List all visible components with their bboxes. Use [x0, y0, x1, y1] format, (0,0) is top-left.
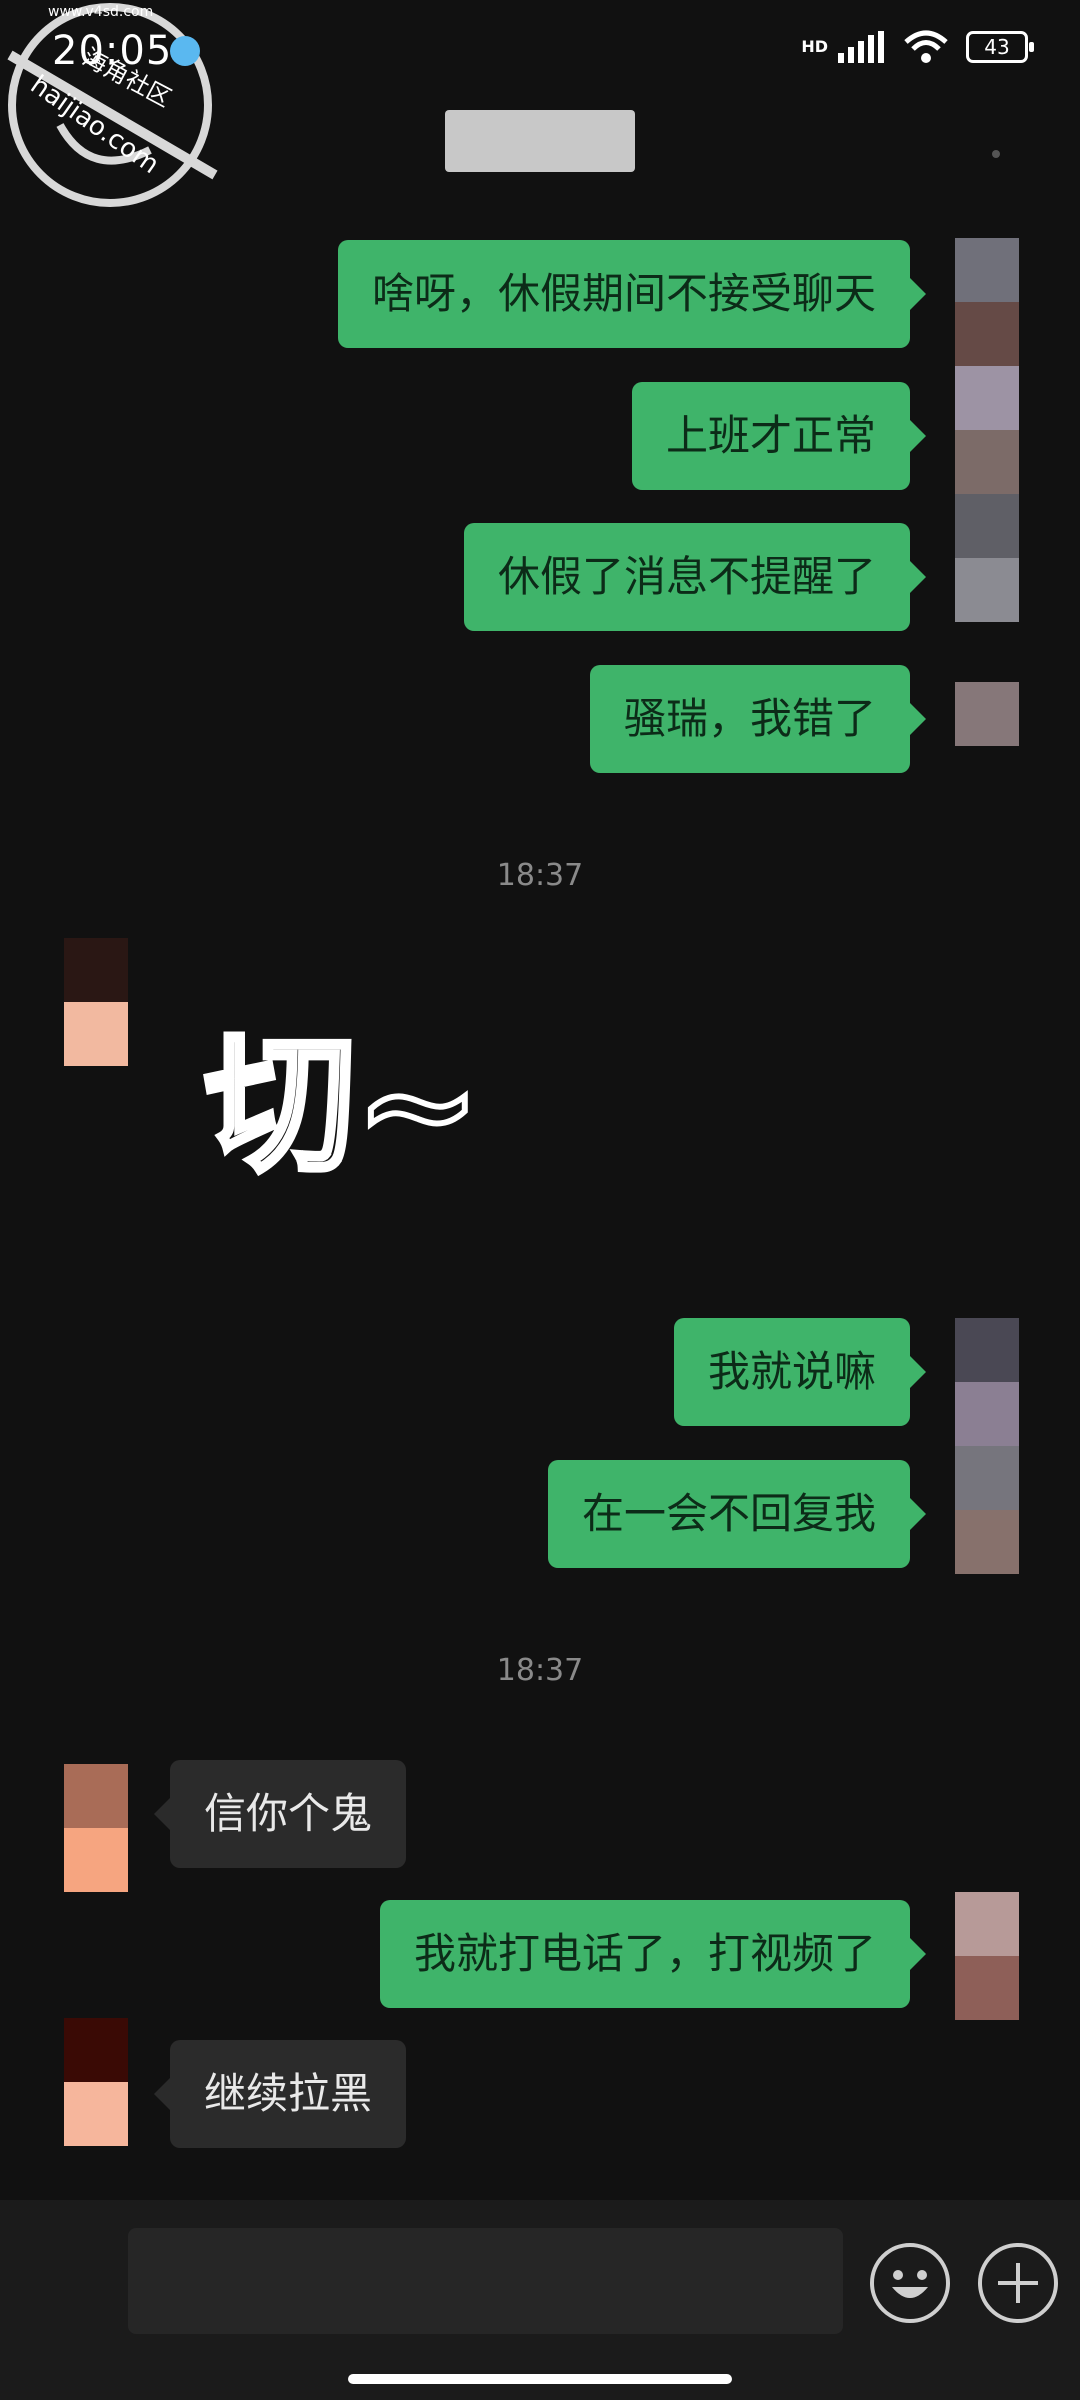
avatar-contact[interactable]	[64, 1764, 128, 1892]
sticker-message[interactable]: 切~	[202, 1027, 484, 1183]
avatar-contact[interactable]	[64, 2018, 128, 2146]
timestamp: 18:37	[496, 858, 584, 893]
message-bubble-received[interactable]: 信你个鬼	[153, 1760, 407, 1868]
status-time: 20:05	[52, 28, 173, 74]
message-bubble-sent[interactable]: 在一会不回复我	[547, 1460, 927, 1568]
message-bubble-sent[interactable]: 上班才正常	[631, 382, 927, 490]
wifi-icon	[904, 30, 948, 63]
network-type: HD	[801, 37, 828, 56]
emoji-icon[interactable]	[870, 2243, 950, 2323]
message-input[interactable]	[128, 2228, 843, 2334]
timestamp: 18:37	[496, 1653, 584, 1688]
message-bubble-sent[interactable]: 我就说嘛	[673, 1318, 927, 1426]
plus-icon[interactable]	[978, 2243, 1058, 2323]
status-icons: HD 43	[801, 30, 1034, 64]
avatar-self[interactable]	[955, 1892, 1019, 2020]
more-menu-icon[interactable]	[992, 150, 1000, 158]
message-bubble-sent[interactable]: 啥呀，休假期间不接受聊天	[337, 240, 927, 348]
message-bubble-received[interactable]: 继续拉黑	[153, 2040, 407, 2148]
message-bubble-sent[interactable]: 骚瑞，我错了	[589, 665, 927, 773]
message-bubble-sent[interactable]: 我就打电话了，打视频了	[379, 1900, 927, 2008]
avatar-self[interactable]	[955, 682, 1019, 746]
battery-indicator: 43	[966, 31, 1034, 63]
message-bubble-sent[interactable]: 休假了消息不提醒了	[463, 523, 927, 631]
watermark-small: www.v4sd.com	[48, 4, 154, 20]
avatar-self[interactable]	[955, 238, 1019, 622]
signal-icon	[838, 31, 884, 63]
avatar-self[interactable]	[955, 1318, 1019, 1574]
notification-icon	[170, 36, 200, 66]
home-indicator[interactable]	[348, 2374, 732, 2384]
chat-title[interactable]	[445, 110, 635, 172]
avatar-contact[interactable]	[64, 938, 128, 1066]
